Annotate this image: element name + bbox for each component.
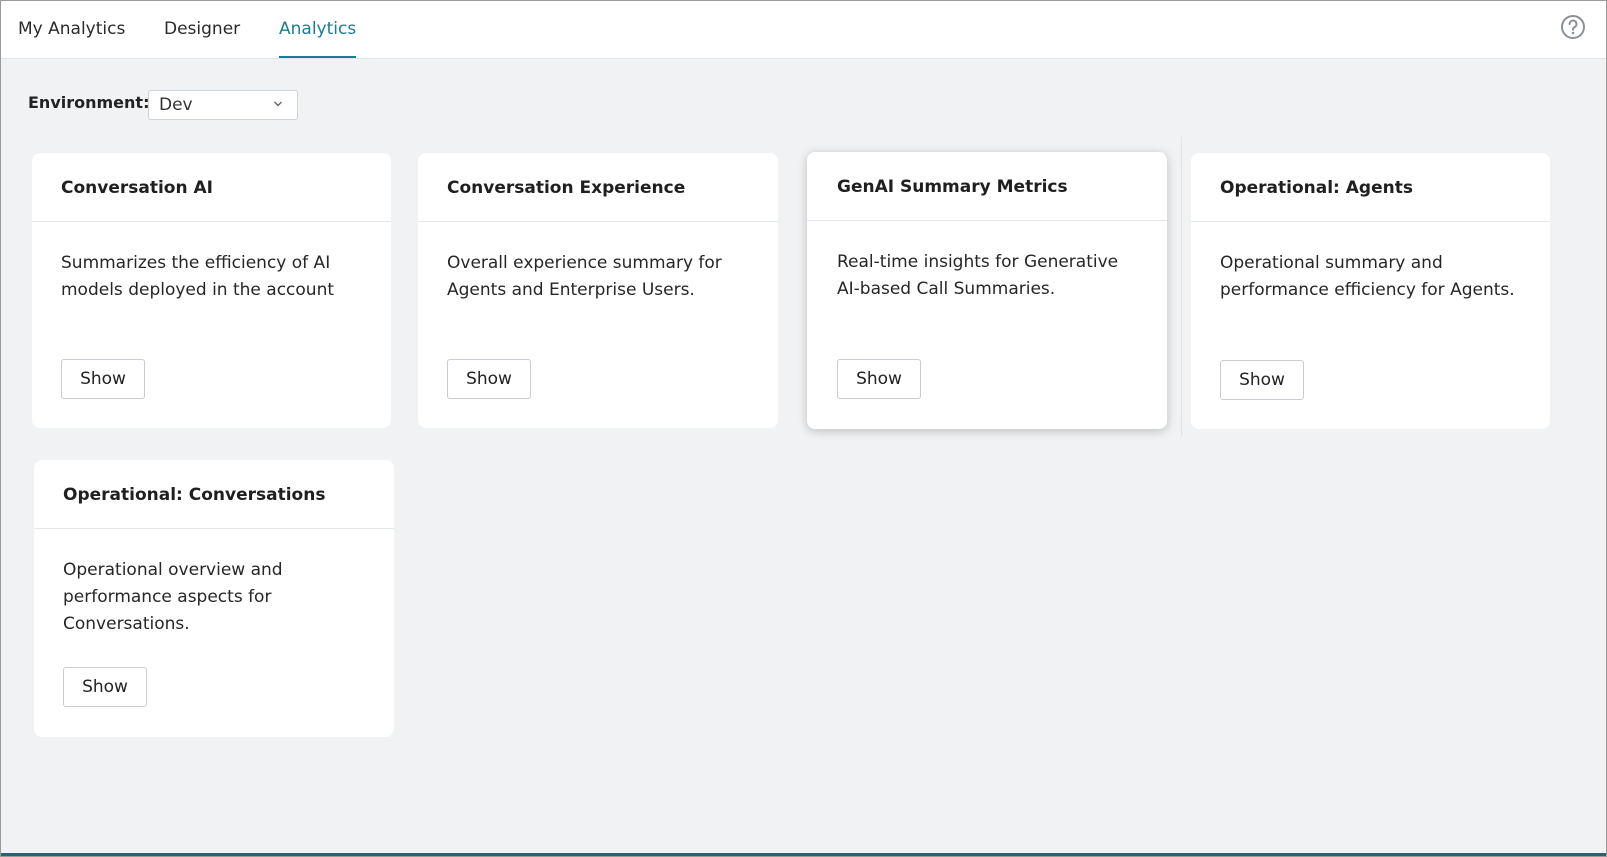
card-divider bbox=[1191, 221, 1550, 222]
card-divider bbox=[807, 220, 1167, 221]
card-title: Operational: Agents bbox=[1220, 178, 1413, 198]
show-button[interactable]: Show bbox=[837, 359, 921, 399]
card-description: Summarizes the efficiency of AI models d… bbox=[61, 253, 335, 300]
help-circle-icon[interactable] bbox=[1560, 14, 1586, 40]
show-button[interactable]: Show bbox=[63, 667, 147, 707]
environment-select[interactable]: Dev bbox=[148, 90, 298, 120]
show-button[interactable]: Show bbox=[61, 359, 145, 399]
show-button[interactable]: Show bbox=[447, 359, 531, 399]
card-divider bbox=[32, 221, 391, 222]
environment-selected-value: Dev bbox=[159, 95, 193, 115]
bottom-border bbox=[1, 853, 1606, 856]
top-nav-bar: My Analytics Designer Analytics bbox=[1, 1, 1606, 59]
show-button[interactable]: Show bbox=[1220, 360, 1304, 400]
card-title: Operational: Conversations bbox=[63, 485, 326, 505]
card-title: GenAI Summary Metrics bbox=[837, 177, 1068, 197]
card-title: Conversation AI bbox=[61, 178, 213, 198]
tab-my-analytics[interactable]: My Analytics bbox=[18, 1, 125, 58]
card-operational-agents: Operational: Agents Operational summary … bbox=[1191, 153, 1550, 429]
card-operational-conversations: Operational: Conversations Operational o… bbox=[34, 460, 394, 737]
card-description: Overall experience summary for Agents an… bbox=[447, 253, 722, 300]
card-conversation-ai: Conversation AI Summarizes the efficienc… bbox=[32, 153, 391, 428]
tab-designer[interactable]: Designer bbox=[164, 1, 240, 58]
card-description: Operational overview and performance asp… bbox=[63, 560, 283, 634]
divider bbox=[1181, 137, 1182, 437]
card-genai-summary-metrics: GenAI Summary Metrics Real-time insights… bbox=[807, 152, 1167, 429]
card-title: Conversation Experience bbox=[447, 178, 686, 198]
tab-analytics[interactable]: Analytics bbox=[279, 1, 357, 58]
environment-label: Environment: bbox=[28, 93, 150, 112]
card-conversation-experience: Conversation Experience Overall experien… bbox=[418, 153, 778, 428]
chevron-down-icon bbox=[274, 101, 282, 107]
card-description: Operational summary and performance effi… bbox=[1220, 253, 1515, 300]
card-divider bbox=[418, 221, 778, 222]
card-description: Real-time insights for Generative AI-bas… bbox=[837, 252, 1119, 299]
card-divider bbox=[34, 528, 394, 529]
